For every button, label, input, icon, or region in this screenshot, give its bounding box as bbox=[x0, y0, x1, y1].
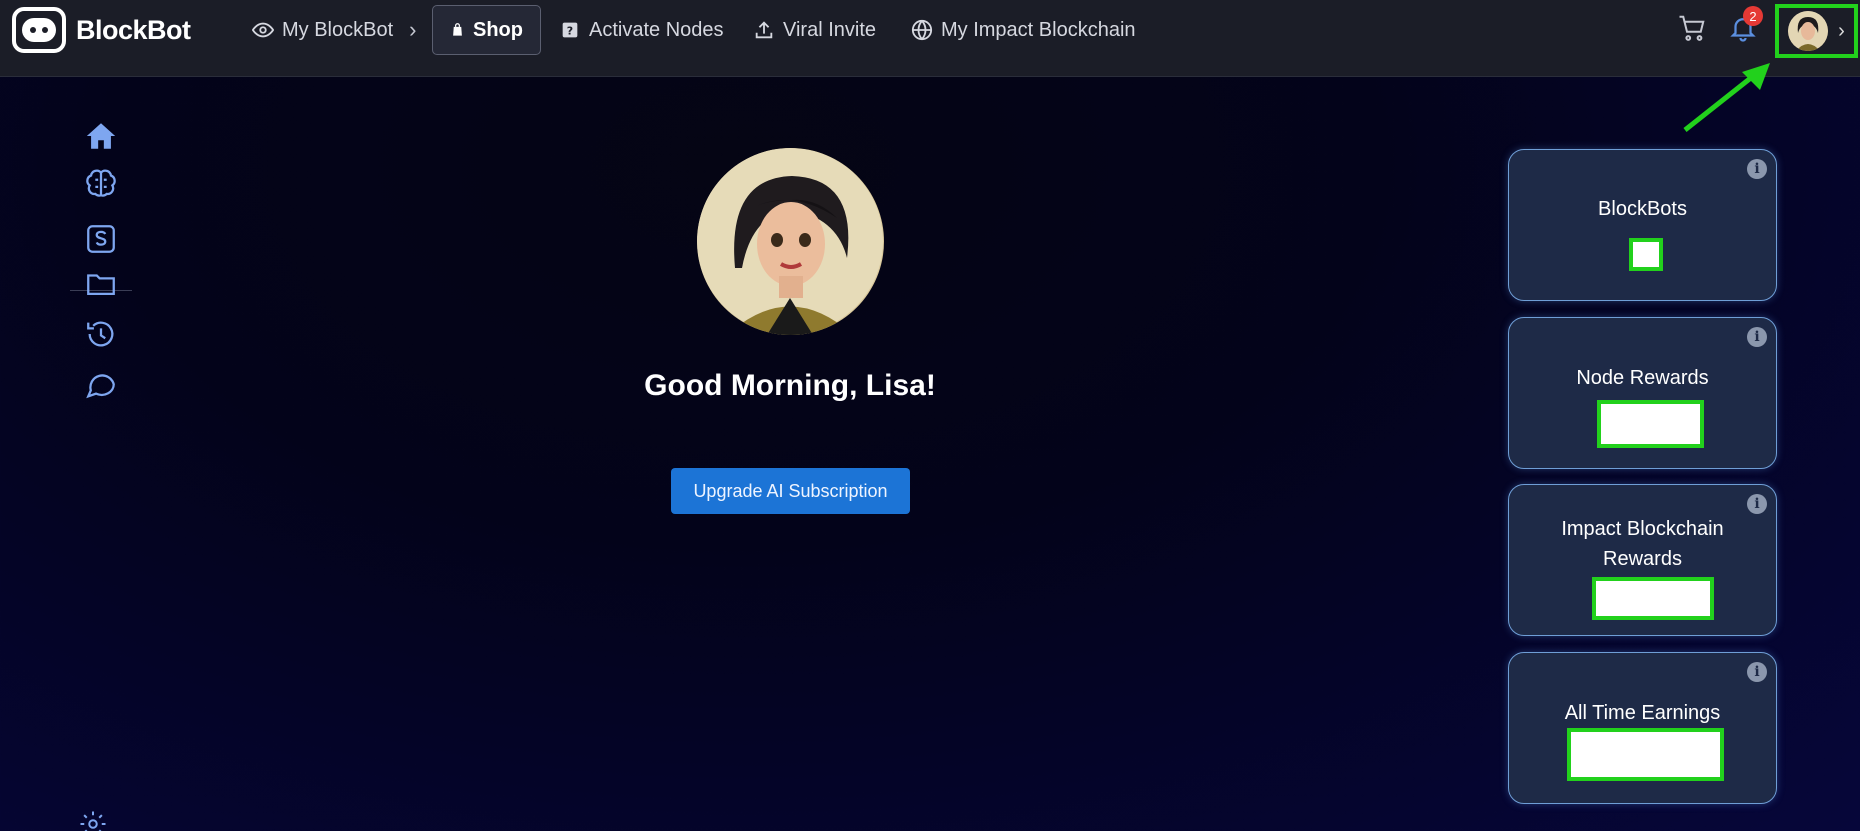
nav-shop-label: Shop bbox=[473, 18, 523, 41]
impact-rewards-value-redacted bbox=[1592, 577, 1714, 620]
sidebar bbox=[0, 77, 170, 831]
eye-icon bbox=[252, 22, 274, 38]
chevron-right-icon: › bbox=[1838, 19, 1845, 42]
question-square-icon: ? bbox=[562, 22, 578, 38]
info-icon[interactable]: i bbox=[1747, 494, 1767, 514]
card-title-line2: Rewards bbox=[1603, 548, 1682, 570]
cart-icon[interactable] bbox=[1677, 13, 1707, 43]
chat-icon[interactable] bbox=[84, 368, 118, 402]
brain-icon[interactable] bbox=[84, 167, 118, 201]
brand-logo[interactable]: BlockBot bbox=[12, 7, 191, 53]
blockbot-logo-icon bbox=[12, 7, 66, 53]
avatar bbox=[1788, 11, 1829, 51]
info-icon[interactable]: i bbox=[1747, 327, 1767, 347]
home-icon[interactable] bbox=[84, 119, 118, 153]
nav-activate-nodes-label: Activate Nodes bbox=[589, 18, 724, 41]
upgrade-ai-subscription-button[interactable]: Upgrade AI Subscription bbox=[671, 468, 910, 514]
settings-icon[interactable] bbox=[78, 809, 108, 831]
card-title: BlockBots bbox=[1598, 198, 1687, 220]
nav-my-impact-label: My Impact Blockchain bbox=[941, 18, 1136, 41]
history-icon[interactable] bbox=[84, 317, 118, 351]
profile-avatar-large bbox=[697, 148, 884, 335]
greeting-heading: Good Morning, Lisa! bbox=[644, 369, 936, 402]
all-time-earnings-card: i All Time Earnings bbox=[1508, 652, 1777, 804]
globe-icon bbox=[911, 19, 933, 41]
brand-name: BlockBot bbox=[76, 14, 191, 45]
all-time-earnings-value-redacted bbox=[1567, 728, 1724, 781]
nav-my-impact-blockchain[interactable]: My Impact Blockchain bbox=[911, 5, 1136, 55]
top-navigation-bar: BlockBot My BlockBot › Shop ? Activate N… bbox=[0, 0, 1860, 77]
info-icon[interactable]: i bbox=[1747, 662, 1767, 682]
impact-blockchain-rewards-card: i Impact Blockchain Rewards bbox=[1508, 484, 1777, 636]
card-title-line1: Impact Blockchain bbox=[1561, 518, 1724, 540]
chevron-right-icon: › bbox=[409, 17, 417, 42]
shopping-bag-icon bbox=[453, 23, 462, 36]
dollar-icon[interactable] bbox=[84, 222, 118, 256]
notification-badge: 2 bbox=[1743, 6, 1763, 26]
profile-menu-button[interactable]: › bbox=[1775, 4, 1858, 58]
nav-my-blockbot-label: My BlockBot bbox=[282, 18, 394, 41]
svg-text:?: ? bbox=[567, 25, 573, 38]
card-title: All Time Earnings bbox=[1564, 702, 1721, 724]
nav-viral-invite[interactable]: Viral Invite bbox=[753, 5, 876, 55]
nav-shop[interactable]: Shop bbox=[432, 5, 541, 55]
nav-activate-nodes[interactable]: ? Activate Nodes bbox=[559, 5, 724, 55]
card-title: Node Rewards bbox=[1576, 367, 1709, 389]
info-icon[interactable]: i bbox=[1747, 159, 1767, 179]
upload-icon bbox=[755, 21, 773, 39]
blockbots-value-redacted bbox=[1629, 238, 1663, 271]
annotation-arrow-icon bbox=[1683, 63, 1770, 132]
blockbots-card: i BlockBots bbox=[1508, 149, 1777, 301]
folder-icon[interactable] bbox=[84, 267, 118, 301]
nav-my-blockbot[interactable]: My BlockBot › bbox=[252, 5, 416, 55]
node-rewards-value-redacted bbox=[1597, 400, 1704, 448]
node-rewards-card: i Node Rewards bbox=[1508, 317, 1777, 469]
nav-viral-invite-label: Viral Invite bbox=[783, 18, 877, 41]
